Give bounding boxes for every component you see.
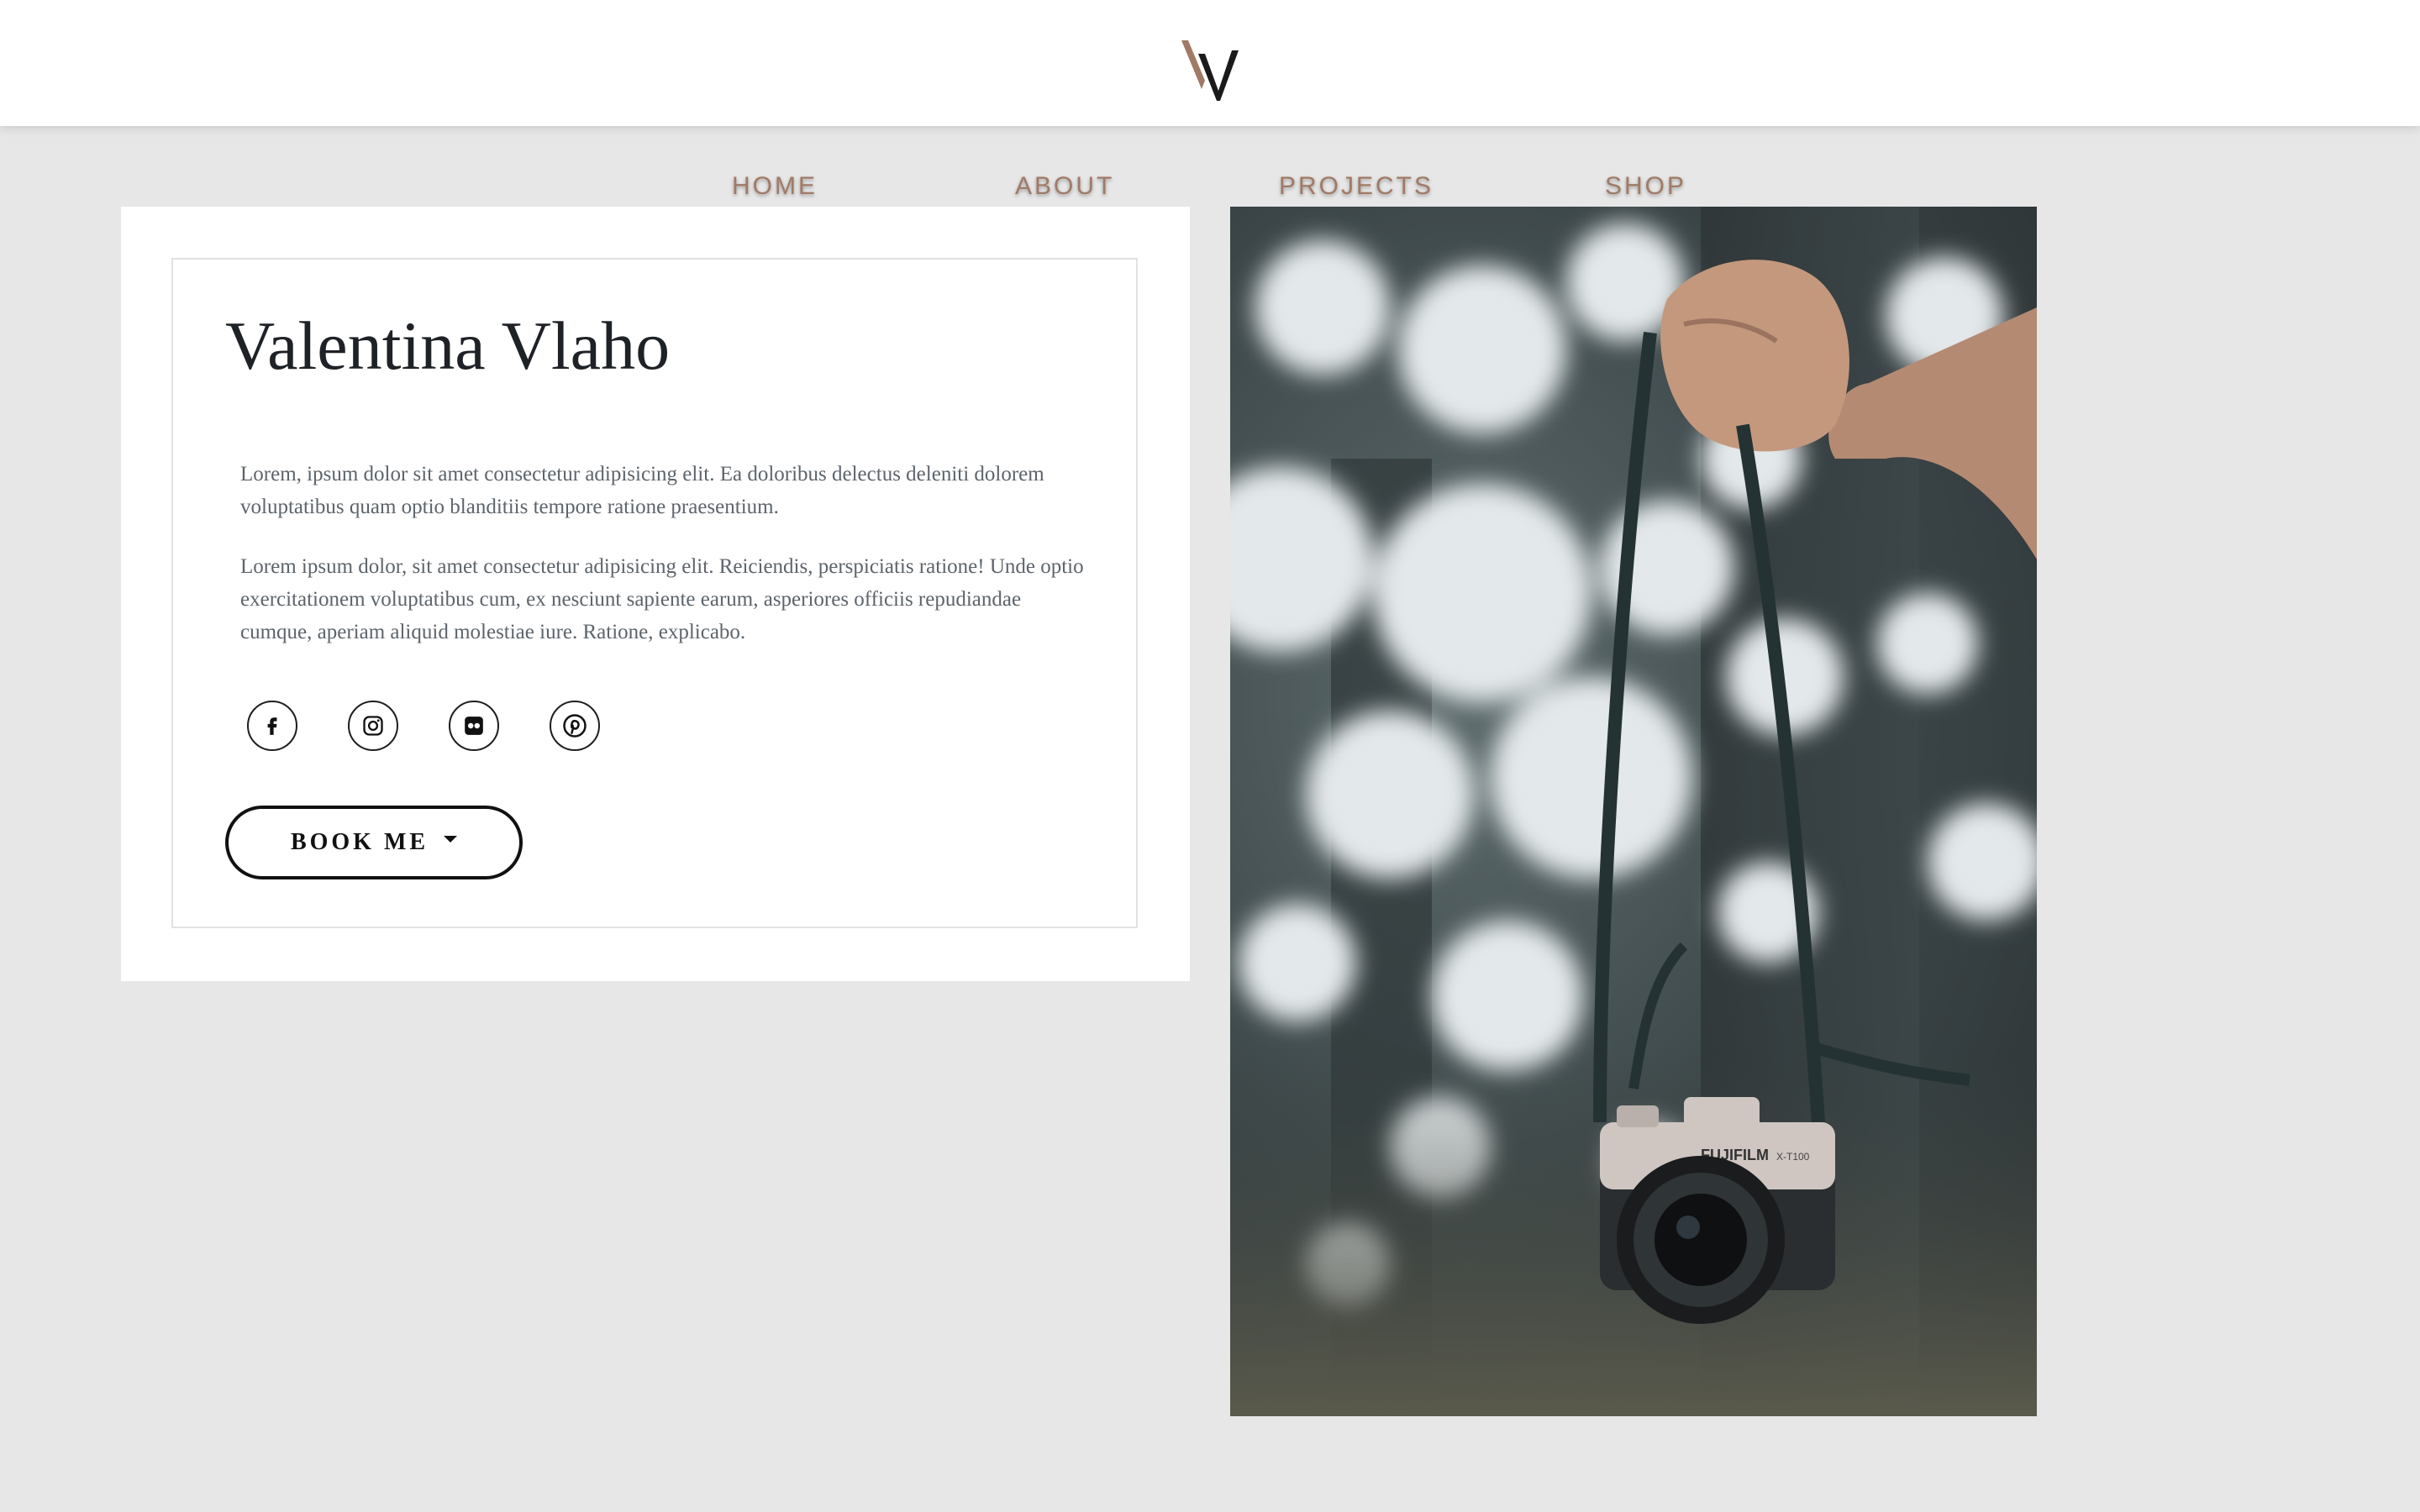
main-nav: HOME ABOUT PROJECTS SHOP: [0, 126, 2420, 210]
flickr-icon: [465, 717, 483, 735]
instagram-link[interactable]: [348, 701, 398, 751]
book-me-button[interactable]: BOOK ME: [225, 806, 523, 879]
vv-monogram-logo[interactable]: [1180, 35, 1240, 102]
profile-card-inner: Valentina Vlaho Lorem, ipsum dolor sit a…: [171, 258, 1138, 928]
top-header: [0, 0, 2420, 126]
hero-photo: FUJIFILM X-T100: [1230, 207, 2037, 1416]
pinterest-icon: [563, 714, 587, 738]
bio-paragraph-1: Lorem, ipsum dolor sit amet consectetur …: [240, 463, 1044, 518]
social-links: [247, 701, 634, 754]
pinterest-link[interactable]: [550, 701, 600, 751]
instagram-icon: [363, 716, 383, 736]
nav-shop-link[interactable]: SHOP: [1605, 172, 1686, 201]
book-me-label: BOOK ME: [290, 829, 429, 855]
facebook-link[interactable]: [247, 701, 297, 751]
nav-home-link[interactable]: HOME: [732, 172, 818, 201]
profile-card: Valentina Vlaho Lorem, ipsum dolor sit a…: [121, 207, 1190, 981]
caret-down-icon: [444, 836, 458, 843]
facebook-icon: [267, 717, 277, 735]
nav-about-link[interactable]: ABOUT: [1015, 172, 1114, 201]
bio-paragraph-2: Lorem ipsum dolor, sit amet consectetur …: [240, 555, 1084, 643]
camera-photo-illustration: FUJIFILM X-T100: [1230, 207, 2037, 1416]
profile-name: Valentina Vlaho: [225, 307, 671, 384]
flickr-link[interactable]: [449, 701, 499, 751]
camera-model-text: X-T100: [1776, 1151, 1810, 1163]
nav-projects-link[interactable]: PROJECTS: [1279, 172, 1434, 201]
